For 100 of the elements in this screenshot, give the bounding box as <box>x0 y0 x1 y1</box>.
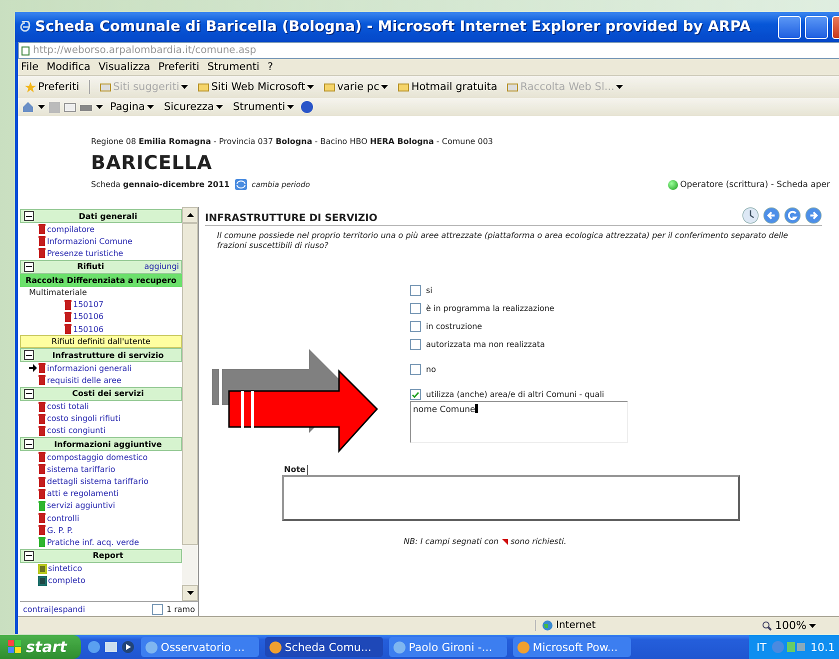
collapse-toggle-icon[interactable] <box>24 350 34 360</box>
collapse-toggle-icon[interactable] <box>24 439 34 450</box>
caret-icon <box>307 85 314 89</box>
collapse-toggle-icon[interactable] <box>24 211 34 221</box>
section-title: Report <box>92 551 124 560</box>
nav-link[interactable]: compilatore <box>47 224 95 234</box>
menu-item[interactable]: ? <box>267 61 274 73</box>
section-header[interactable]: Informazioni aggiuntive <box>20 437 182 452</box>
section-header[interactable]: Rifiuti aggiungi <box>20 260 182 274</box>
nav-link[interactable]: controlli <box>47 514 80 523</box>
collapse-toggle-icon[interactable] <box>24 550 34 561</box>
section-header[interactable]: Report <box>20 548 182 563</box>
zoom-control[interactable]: 100% <box>762 619 839 632</box>
nav-link[interactable]: requisiti delle aree <box>47 376 122 385</box>
back-icon[interactable] <box>763 207 780 224</box>
minimize-button[interactable] <box>778 16 801 38</box>
star-icon <box>25 82 36 92</box>
folder-icon <box>324 82 336 92</box>
favorites-link[interactable]: varie pc <box>321 81 392 93</box>
checkbox-label: no <box>426 365 436 374</box>
status-dot-icon <box>668 180 678 190</box>
nav-link[interactable]: sistema tariffario <box>47 464 116 474</box>
menu-item[interactable]: Strumenti <box>207 61 260 73</box>
checkbox[interactable] <box>410 364 421 375</box>
nav-link[interactable]: 150107 <box>73 300 104 310</box>
nav-link[interactable]: costi totali <box>47 402 89 412</box>
taskbar-button[interactable]: Scheda Comu... <box>264 637 383 657</box>
tray-icons[interactable] <box>772 640 806 654</box>
operator-status: Operatore (scrittura) - Scheda aper <box>680 180 830 190</box>
caret-icon <box>216 105 223 109</box>
taskbar-button[interactable]: Microsoft Pow... <box>512 637 631 657</box>
taskbar-button[interactable]: Osservatorio ... <box>140 637 259 657</box>
nav-link[interactable]: servizi aggiuntivi <box>47 501 116 510</box>
nav-link[interactable]: costo singoli rifiuti <box>47 414 120 424</box>
app-icon <box>268 640 282 654</box>
section-header[interactable]: Infrastrutture di servizio <box>20 348 182 362</box>
toolbar-menu[interactable]: Strumenti <box>230 101 298 113</box>
nav-link[interactable]: compostaggio domestico <box>47 452 148 462</box>
forward-icon[interactable] <box>805 207 822 224</box>
text-area[interactable]: nome Comune <box>410 401 628 443</box>
toolbar-menu[interactable]: Sicurezza <box>160 101 226 113</box>
reload-icon[interactable] <box>784 207 801 224</box>
section-header[interactable]: Dati generali <box>20 209 182 223</box>
section-title: Informazioni aggiuntive <box>53 440 163 449</box>
taskbar-button[interactable]: Paolo Gironi -... <box>388 637 507 657</box>
maximize-button[interactable] <box>805 16 828 38</box>
collapse-toggle-icon[interactable] <box>24 388 34 398</box>
home-icon[interactable] <box>22 101 34 113</box>
nav-link[interactable]: atti e regolamenti <box>47 489 119 498</box>
help-icon[interactable] <box>301 101 314 113</box>
section-heading: INFRASTRUTTURE DI SERVIZIO <box>205 213 378 224</box>
toolbar-menu[interactable]: Pagina <box>107 101 157 113</box>
checkbox-label: è in programma la realizzazione <box>426 304 554 313</box>
check-icon <box>412 392 419 398</box>
user-defined-link[interactable]: Rifiuti definiti dall'utente <box>20 335 182 348</box>
add-link[interactable]: aggiungi <box>144 262 179 272</box>
clock-icon[interactable] <box>742 207 759 224</box>
magnifier-icon <box>762 620 772 630</box>
required-marker-icon <box>502 538 508 544</box>
nav-link[interactable]: informazioni generali <box>47 364 132 373</box>
caret-icon <box>146 105 154 109</box>
checkbox[interactable] <box>410 285 421 296</box>
nav-link[interactable]: 150106 <box>73 312 104 322</box>
menu-item[interactable]: Visualizza <box>98 61 150 73</box>
checkbox[interactable] <box>410 321 421 332</box>
section-header[interactable]: Costi dei servizi <box>20 386 182 400</box>
nav-link[interactable]: sintetico <box>48 564 82 574</box>
favorites-button[interactable]: Preferiti <box>22 81 82 93</box>
nav-link[interactable]: completo <box>48 576 86 586</box>
caret-icon <box>96 105 103 109</box>
favorites-link[interactable]: Hotmail gratuita <box>395 81 500 93</box>
folder-icon <box>100 82 112 92</box>
breadcrumb: Regione 08 Emilia Romagna - Provincia 037 Bologna - Bacino HBO HERA Bologna - Comune 003 <box>91 137 494 146</box>
scroll-up-button[interactable] <box>182 207 198 223</box>
checkbox[interactable] <box>410 303 421 314</box>
menu-item[interactable]: Preferiti <box>158 61 200 73</box>
refresh-icon[interactable] <box>234 178 248 191</box>
nav-link[interactable]: dettagli sistema tariffario <box>47 477 148 486</box>
note-field[interactable] <box>282 475 740 521</box>
nav-link[interactable]: G. P. P. <box>47 526 74 535</box>
scrollbar-thumb[interactable] <box>182 223 198 545</box>
page-icon <box>21 46 30 56</box>
nav-link[interactable]: Presenze turistiche <box>47 248 124 258</box>
checkbox[interactable] <box>410 389 421 400</box>
globe-icon <box>542 620 553 631</box>
menu-item[interactable]: Modifica <box>46 61 90 73</box>
menu-item[interactable]: File <box>21 61 39 73</box>
nav-link[interactable]: Informazioni Comune <box>47 236 132 246</box>
window-title: Scheda Comunale di Baricella (Bologna) - Microsoft Internet Explorer provided by ARPA <box>35 19 752 35</box>
nav-link[interactable]: 150106 <box>73 324 104 334</box>
favorites-link[interactable]: Siti Web Microsoft <box>195 81 318 93</box>
collapse-expand-link[interactable]: contrai|espandi <box>23 604 86 614</box>
scroll-down-button[interactable] <box>182 585 198 601</box>
checkbox[interactable] <box>410 339 421 350</box>
checkbox-label: si <box>426 286 432 295</box>
checkbox[interactable] <box>152 604 164 614</box>
nav-link[interactable]: costi congiunti <box>47 426 106 436</box>
collapse-toggle-icon[interactable] <box>24 262 34 272</box>
media-icon[interactable] <box>120 640 135 654</box>
nav-link[interactable]: Pratiche inf. acq. verde <box>47 538 140 547</box>
